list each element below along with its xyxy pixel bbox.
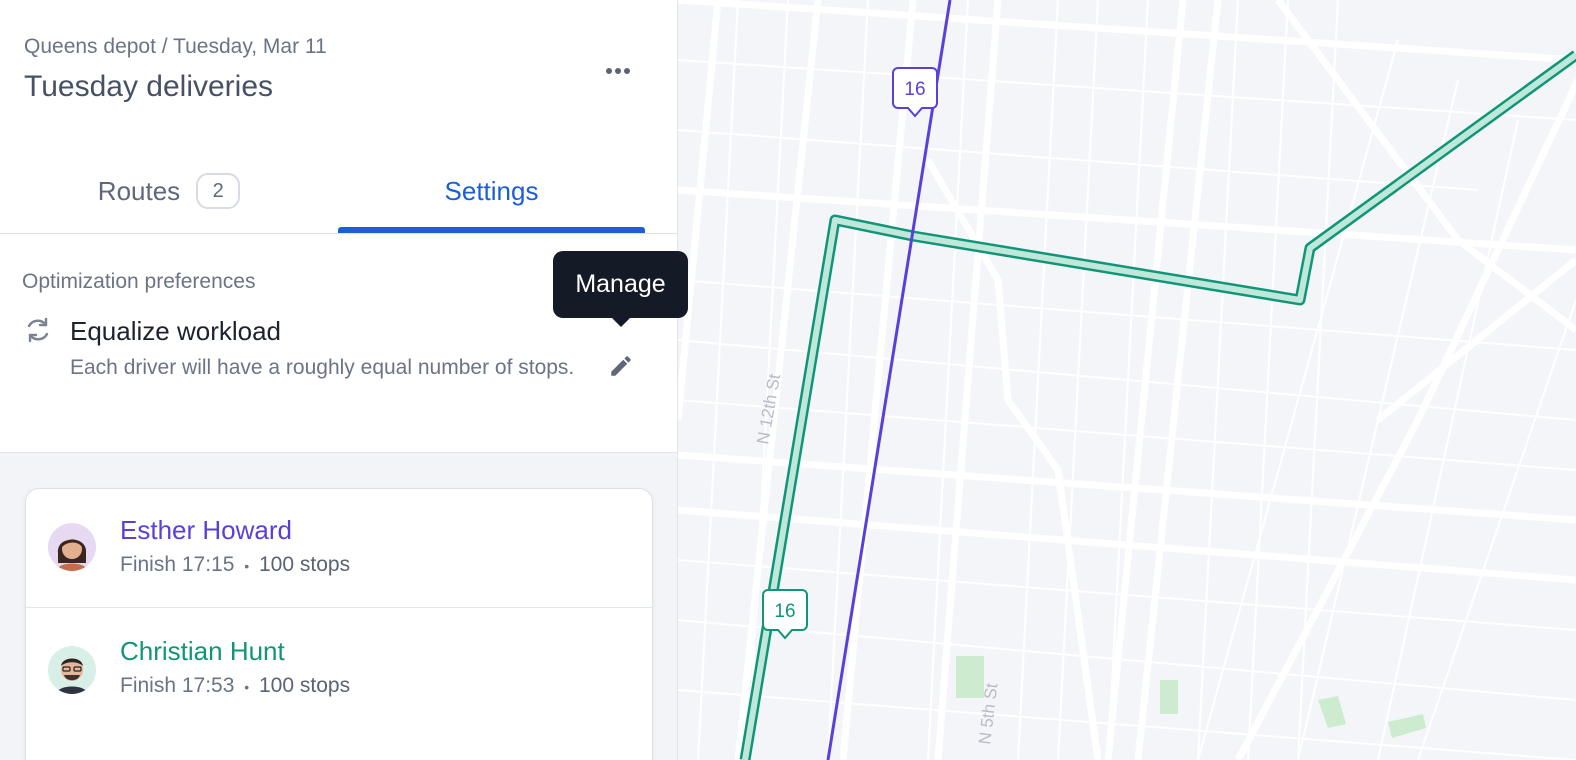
preference-description: Each driver will have a roughly equal nu… [70, 356, 575, 379]
active-tab-indicator [338, 227, 645, 233]
route-stop-marker[interactable]: 16 [892, 67, 938, 118]
marker-label: 16 [904, 79, 925, 100]
routes-count-badge: 2 [196, 173, 241, 209]
driver-row[interactable]: Christian Hunt Finish 17:53 • 100 stops [26, 607, 652, 728]
manage-tooltip: Manage [553, 251, 688, 327]
tab-routes-label: Routes [97, 175, 181, 206]
route-stop-marker[interactable]: 16 [762, 589, 808, 640]
driver-finish-time: Finish 17:53 [120, 674, 235, 697]
edit-preference-button[interactable] [603, 348, 639, 384]
driver-summary: Finish 17:53 • 100 stops [120, 674, 350, 698]
meta-separator: • [244, 679, 250, 695]
driver-stop-count: 100 stops [259, 553, 351, 576]
side-panel: Queens depot / Tuesday, Mar 11 Tuesday d… [0, 0, 678, 760]
panel-header: Queens depot / Tuesday, Mar 11 Tuesday d… [0, 0, 677, 234]
driver-stop-count: 100 stops [259, 674, 351, 697]
section-label: Optimization preferences [22, 270, 256, 293]
driver-list: Esther Howard Finish 17:15 • 100 stops C… [25, 488, 653, 760]
tab-settings-label: Settings [444, 175, 539, 206]
meta-separator: • [244, 558, 250, 574]
driver-name: Esther Howard [120, 515, 292, 545]
page-title: Tuesday deliveries [24, 70, 274, 103]
marker-label: 16 [774, 601, 795, 622]
tab-routes[interactable]: Routes 2 [0, 150, 338, 232]
more-options-button[interactable] [592, 50, 644, 92]
avatar [48, 523, 96, 571]
tab-settings[interactable]: Settings [338, 150, 645, 232]
more-horizontal-icon [606, 68, 630, 74]
driver-row[interactable]: Esther Howard Finish 17:15 • 100 stops [26, 489, 652, 609]
driver-name: Christian Hunt [120, 636, 285, 666]
driver-finish-time: Finish 17:15 [120, 553, 235, 576]
breadcrumb[interactable]: Queens depot / Tuesday, Mar 11 [24, 35, 327, 59]
driver-summary: Finish 17:15 • 100 stops [120, 553, 350, 577]
preference-name: Equalize workload [70, 316, 282, 346]
route-map[interactable]: N 12th St N 5th St 16 16 [678, 0, 1576, 760]
avatar [48, 646, 96, 694]
refresh-icon [27, 317, 49, 343]
pencil-icon [611, 356, 631, 376]
map-canvas: N 12th St N 5th St 16 16 [678, 0, 1576, 760]
